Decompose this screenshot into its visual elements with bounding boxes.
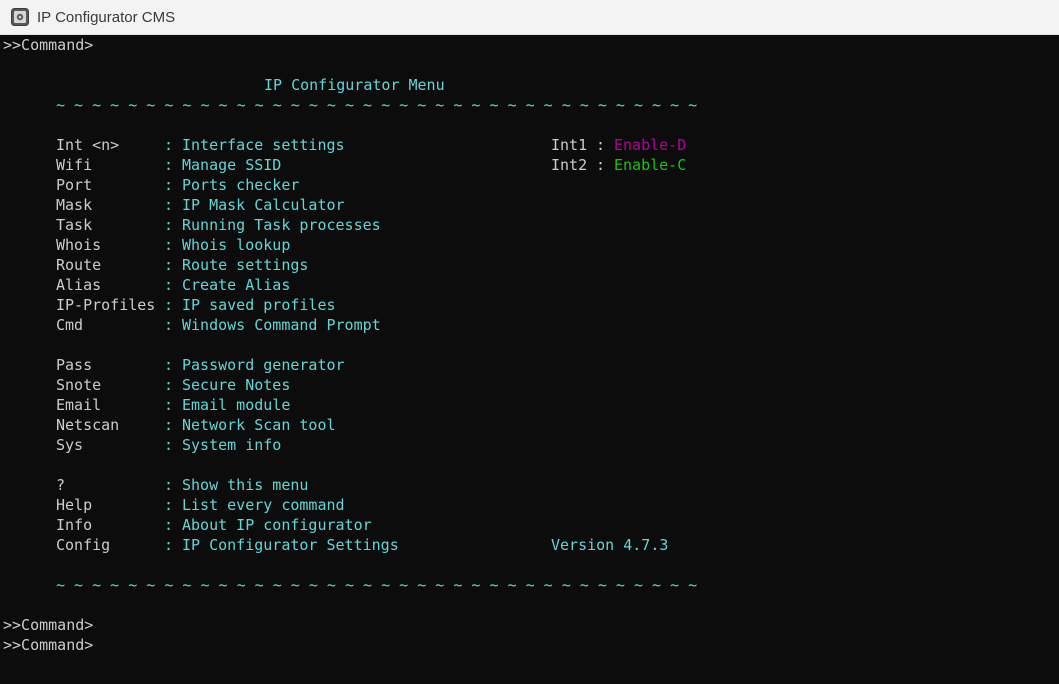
menu-description: Windows Command Prompt [182, 316, 381, 334]
menu-command: Pass [56, 356, 93, 374]
interface-status: Enable-C [614, 156, 687, 174]
menu-command: Int <n> [56, 136, 120, 154]
menu-description: Network Scan tool [182, 416, 336, 434]
menu-description: IP Configurator Settings [182, 536, 399, 554]
menu-separator: : [164, 296, 174, 314]
menu-description: Secure Notes [182, 376, 291, 394]
menu-separator: : [164, 436, 174, 454]
menu-command: Route [56, 256, 102, 274]
interface-status: Enable-D [614, 136, 687, 154]
menu-description: Email module [182, 396, 291, 414]
menu-command: Snote [56, 376, 102, 394]
title-bar[interactable]: IP Configurator CMS [0, 0, 1059, 35]
menu-item-row: Pass: Password generator [0, 355, 1059, 375]
menu-item-row: Task: Running Task processes [0, 215, 1059, 235]
menu-separator: : [164, 316, 174, 334]
window-title: IP Configurator CMS [37, 8, 176, 26]
menu-description: System info [182, 436, 282, 454]
menu-command: Task [56, 216, 93, 234]
menu-separator: : [164, 236, 174, 254]
menu-separator: : [164, 136, 174, 154]
menu-separator: : [164, 356, 174, 374]
menu-description: Interface settings [182, 136, 345, 154]
menu-item-row: Whois: Whois lookup [0, 235, 1059, 255]
menu-command: Cmd [56, 316, 84, 334]
menu-command: Wifi [56, 156, 93, 174]
command-prompt: >>Command> [3, 36, 94, 54]
menu-item-row: Help: List every command [0, 495, 1059, 515]
menu-description: About IP configurator [182, 516, 372, 534]
version-label: Version 4.7.3 [551, 536, 669, 554]
menu-title: IP Configurator Menu [264, 76, 445, 94]
menu-item-row: ?: Show this menu [0, 475, 1059, 495]
menu-divider-top: ~ ~ ~ ~ ~ ~ ~ ~ ~ ~ ~ ~ ~ ~ ~ ~ ~ ~ ~ ~ … [56, 96, 698, 114]
menu-description: Manage SSID [182, 156, 282, 174]
menu-separator: : [164, 276, 174, 294]
command-prompt: >>Command> [3, 636, 94, 654]
menu-separator: : [164, 156, 174, 174]
menu-separator: : [164, 376, 174, 394]
menu-item-row: Port: Ports checker [0, 175, 1059, 195]
menu-separator: : [164, 256, 174, 274]
app-window-icon [11, 8, 29, 26]
menu-description: IP saved profiles [182, 296, 336, 314]
menu-item-row: Snote: Secure Notes [0, 375, 1059, 395]
menu-separator: : [164, 176, 174, 194]
menu-description: Running Task processes [182, 216, 381, 234]
console-output[interactable]: >>Command> IP Configurator Menu ~ ~ ~ ~ … [0, 35, 1059, 684]
menu-command: Info [56, 516, 93, 534]
menu-item-row: Mask: IP Mask Calculator [0, 195, 1059, 215]
command-prompt: >>Command> [3, 616, 94, 634]
menu-description: IP Mask Calculator [182, 196, 345, 214]
menu-command: ? [56, 476, 66, 494]
menu-item-row: Alias: Create Alias [0, 275, 1059, 295]
menu-description: Route settings [182, 256, 309, 274]
menu-command: Mask [56, 196, 93, 214]
menu-description: Password generator [182, 356, 345, 374]
menu-separator: : [164, 216, 174, 234]
menu-item-row: Email: Email module [0, 395, 1059, 415]
menu-item-row: Int <n>: Interface settings Int1: Enable-D [0, 135, 1059, 155]
menu-separator: : [164, 396, 174, 414]
menu-command: Alias [56, 276, 102, 294]
interface-separator: : [596, 136, 606, 154]
menu-description: Create Alias [182, 276, 291, 294]
menu-item-row: Sys: System info [0, 435, 1059, 455]
menu-separator: : [164, 516, 174, 534]
menu-command: Sys [56, 436, 84, 454]
menu-separator: : [164, 476, 174, 494]
menu-command: Netscan [56, 416, 120, 434]
menu-item-row: Netscan: Network Scan tool [0, 415, 1059, 435]
menu-command: IP-Profiles [56, 296, 156, 314]
menu-command: Whois [56, 236, 102, 254]
menu-item-row: Config: IP Configurator Settings Version 4… [0, 535, 1059, 555]
menu-description: Ports checker [182, 176, 300, 194]
menu-command: Email [56, 396, 102, 414]
menu-item-row: Cmd: Windows Command Prompt [0, 315, 1059, 335]
menu-separator: : [164, 496, 174, 514]
interface-separator: : [596, 156, 606, 174]
menu-command: Help [56, 496, 93, 514]
menu-command: Config [56, 536, 111, 554]
menu-item-row: Info: About IP configurator [0, 515, 1059, 535]
menu-description: Whois lookup [182, 236, 291, 254]
menu-command: Port [56, 176, 93, 194]
menu-description: List every command [182, 496, 345, 514]
menu-item-row: Wifi: Manage SSID Int2: Enable-C [0, 155, 1059, 175]
menu-separator: : [164, 536, 174, 554]
interface-name: Int2 [551, 156, 588, 174]
menu-separator: : [164, 416, 174, 434]
menu-item-row: Route: Route settings [0, 255, 1059, 275]
menu-description: Show this menu [182, 476, 309, 494]
menu-divider-bottom: ~ ~ ~ ~ ~ ~ ~ ~ ~ ~ ~ ~ ~ ~ ~ ~ ~ ~ ~ ~ … [56, 576, 698, 594]
interface-name: Int1 [551, 136, 588, 154]
menu-separator: : [164, 196, 174, 214]
menu-item-row: IP-Profiles: IP saved profiles [0, 295, 1059, 315]
